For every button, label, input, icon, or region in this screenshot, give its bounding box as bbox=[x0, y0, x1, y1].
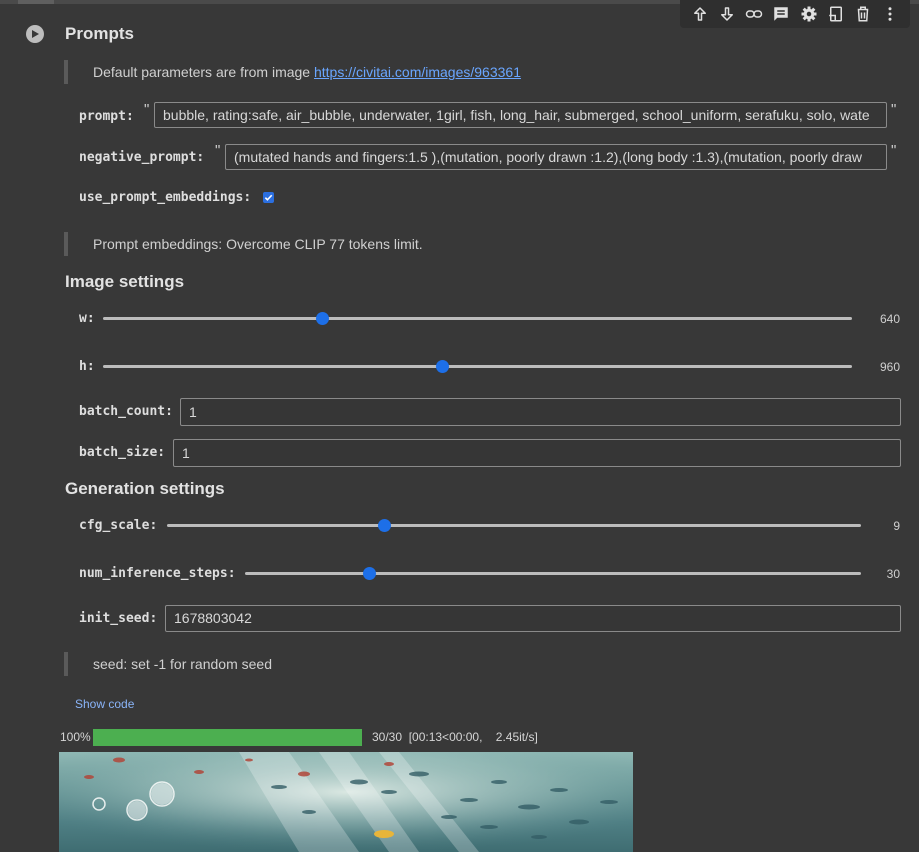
prompt-input[interactable]: bubble, rating:safe, air_bubble, underwa… bbox=[154, 102, 887, 128]
w-slider-thumb[interactable] bbox=[316, 312, 330, 325]
progress-info: 30/30 [00:13<00:00, 2.45it/s] bbox=[372, 730, 538, 744]
section-title-image-settings: Image settings bbox=[65, 272, 185, 291]
gear-icon bbox=[801, 6, 817, 22]
w-label: w: bbox=[79, 311, 95, 326]
num-inference-steps-slider-track bbox=[245, 572, 861, 575]
h-slider-track bbox=[103, 365, 852, 368]
checkmark-icon bbox=[264, 194, 273, 201]
arrow-down-icon bbox=[720, 7, 733, 21]
progress-bar bbox=[93, 729, 362, 746]
prompt-open-quote: " bbox=[144, 101, 150, 118]
mirror-cell-button[interactable] bbox=[825, 3, 847, 25]
run-cell-button[interactable] bbox=[26, 25, 44, 43]
underwater-illustration bbox=[59, 752, 633, 852]
mirror-cell-icon bbox=[829, 6, 842, 22]
negative-prompt-open-quote: " bbox=[215, 142, 221, 159]
link-icon bbox=[745, 10, 763, 18]
seed-note: seed: set -1 for random seed bbox=[64, 652, 272, 676]
embeddings-note: Prompt embeddings: Overcome CLIP 77 toke… bbox=[64, 232, 423, 256]
section-title-generation-settings: Generation settings bbox=[65, 479, 225, 498]
use-prompt-embeddings-checkbox[interactable] bbox=[263, 192, 274, 203]
cell-toolbar bbox=[680, 0, 910, 28]
comment-icon bbox=[774, 7, 789, 21]
num-inference-steps-slider-thumb[interactable] bbox=[363, 567, 377, 580]
generated-image bbox=[59, 752, 633, 852]
source-note-text: Default parameters are from image bbox=[93, 64, 314, 80]
h-value: 960 bbox=[879, 360, 900, 374]
batch-size-label: batch_size: bbox=[79, 445, 166, 460]
num-inference-steps-slider[interactable] bbox=[245, 565, 861, 581]
move-up-button[interactable] bbox=[689, 3, 711, 25]
play-icon bbox=[32, 30, 39, 38]
batch-count-input[interactable]: 1 bbox=[180, 398, 901, 426]
trash-icon bbox=[857, 6, 869, 22]
progress-bar-fill bbox=[93, 729, 362, 746]
num-inference-steps-value: 30 bbox=[886, 567, 900, 581]
h-slider[interactable] bbox=[103, 358, 852, 374]
progress-percent: 100% bbox=[60, 730, 91, 744]
cfg-scale-slider-thumb[interactable] bbox=[377, 519, 391, 532]
negative-prompt-label: negative_prompt: bbox=[79, 150, 205, 165]
cfg-scale-slider-track bbox=[167, 524, 861, 527]
cfg-scale-label: cfg_scale: bbox=[79, 518, 158, 533]
negative-prompt-close-quote: " bbox=[891, 142, 897, 159]
init-seed-label: init_seed: bbox=[79, 611, 158, 626]
w-slider[interactable] bbox=[103, 310, 852, 326]
cfg-scale-value: 9 bbox=[893, 519, 900, 533]
add-comment-button[interactable] bbox=[770, 3, 792, 25]
section-title-prompts: Prompts bbox=[65, 24, 134, 43]
copy-link-button[interactable] bbox=[743, 3, 765, 25]
negative-prompt-input[interactable]: (mutated hands and fingers:1.5 ),(mutati… bbox=[225, 144, 887, 170]
w-value: 640 bbox=[879, 312, 900, 326]
move-down-button[interactable] bbox=[716, 3, 738, 25]
prompt-label: prompt: bbox=[79, 109, 134, 124]
num-inference-steps-label: num_inference_steps: bbox=[79, 566, 236, 581]
batch-count-label: batch_count: bbox=[79, 404, 173, 419]
w-slider-track bbox=[103, 317, 852, 320]
h-label: h: bbox=[79, 359, 95, 374]
source-image-link[interactable]: https://civitai.com/images/963361 bbox=[314, 64, 521, 80]
arrow-up-icon bbox=[693, 7, 706, 21]
init-seed-input[interactable]: 1678803042 bbox=[165, 605, 901, 632]
prompt-close-quote: " bbox=[891, 101, 897, 118]
source-note: Default parameters are from image https:… bbox=[64, 60, 521, 84]
use-prompt-embeddings-label: use_prompt_embeddings: bbox=[79, 190, 252, 205]
more-vert-icon bbox=[888, 7, 892, 21]
delete-cell-button[interactable] bbox=[852, 3, 874, 25]
h-slider-thumb[interactable] bbox=[435, 360, 449, 373]
more-actions-button[interactable] bbox=[879, 3, 901, 25]
batch-size-input[interactable]: 1 bbox=[173, 439, 901, 467]
show-code-link[interactable]: Show code bbox=[75, 697, 134, 711]
settings-button[interactable] bbox=[798, 3, 820, 25]
cfg-scale-slider[interactable] bbox=[167, 517, 861, 533]
